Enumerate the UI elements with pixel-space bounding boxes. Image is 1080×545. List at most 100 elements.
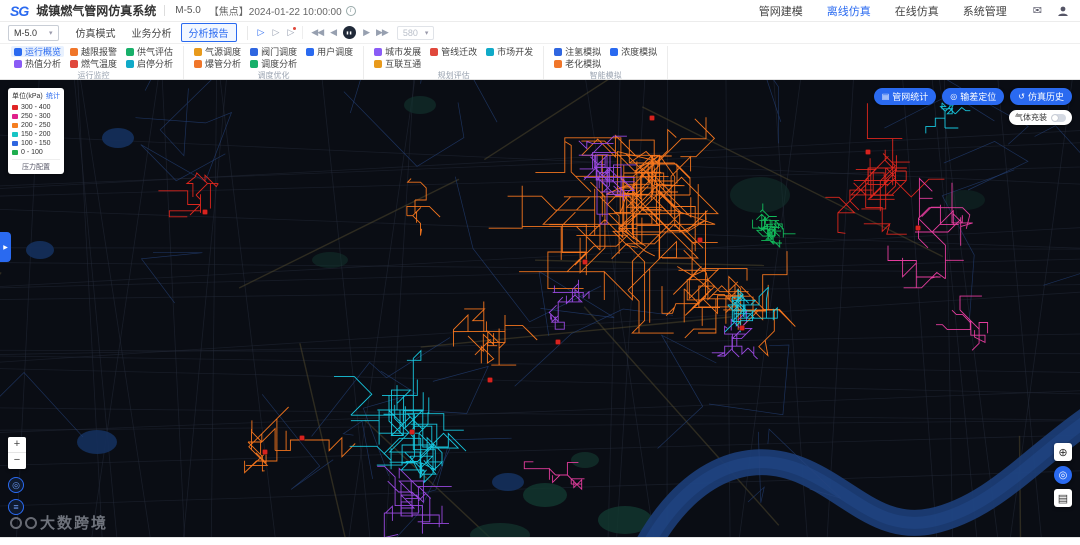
ribbon-btn[interactable]: 城市发展 <box>371 46 424 57</box>
ribbon-btn[interactable]: 用户调度 <box>303 46 356 57</box>
mode-tab[interactable]: 仿真模式 <box>69 24 123 41</box>
legend-item: 250 - 300 <box>12 112 60 121</box>
map-pill-仿真历史[interactable]: ↺ 仿真历史 <box>1010 88 1072 105</box>
ribbon-btn[interactable]: 老化模拟 <box>551 58 604 69</box>
ribbon-btn[interactable]: 市场开发 <box>483 46 536 57</box>
ribbon-btn[interactable]: 供气评估 <box>123 46 176 57</box>
legend-item: 200 - 250 <box>12 121 60 130</box>
layers-button[interactable]: ▤ <box>1054 489 1072 507</box>
legend-swatch <box>12 150 18 155</box>
ribbon-btn[interactable]: 调度分析 <box>247 58 300 69</box>
pause-button[interactable]: ▮▮ <box>343 26 357 39</box>
playback-controls: ▷ ▷ ▷ ◀◀ ◀ ▮▮ ▶ ▶▶ 580 ▾ <box>246 25 435 40</box>
ribbon-btn-label: 浓度模拟 <box>621 47 658 57</box>
nav-item-离线仿真[interactable]: 离线仿真 <box>815 3 883 19</box>
nav-item-管网建模[interactable]: 管网建模 <box>747 3 815 19</box>
ribbon-group-rows: 运行概览 越限报警 供气评估 热值分析 燃气温度 启停分析 <box>11 46 176 69</box>
ribbon-btn[interactable]: 运行概览 <box>11 46 65 57</box>
ribbon-btn[interactable]: 注氢模拟 <box>551 46 604 57</box>
legend-swatch <box>12 123 18 128</box>
nav-item-在线仿真[interactable]: 在线仿真 <box>883 3 951 19</box>
ribbon-btn-label: 用户调度 <box>317 47 354 57</box>
ribbon-btn[interactable]: 启停分析 <box>123 58 176 69</box>
ribbon-btn-icon <box>126 59 135 68</box>
legend-header: 单位(kPa) 统计 <box>12 91 60 101</box>
map-top-buttons: ▤ 管网统计 ◎ 输差定位 ↺ 仿真历史 <box>873 88 1072 105</box>
ribbon-btn-icon <box>194 47 203 56</box>
map-container: 单位(kPa) 统计 300 - 400 250 - 300 200 - 250 15… <box>0 80 1080 537</box>
pill-icon: ▤ <box>881 92 890 101</box>
ribbon-btn[interactable]: 管线迁改 <box>427 46 480 57</box>
app-title: 城镇燃气管网仿真系统 <box>36 4 157 18</box>
model-version: M-5.0 <box>164 5 201 16</box>
info-icon[interactable]: i <box>345 5 356 16</box>
pill-icon: ↺ <box>1018 92 1025 101</box>
play-button[interactable]: ▷ <box>258 27 265 38</box>
gas-toggle[interactable]: 气体充装 <box>1009 110 1072 125</box>
legend-range: 200 - 250 <box>21 122 51 129</box>
toggle-knob <box>1052 114 1058 121</box>
ribbon-btn[interactable]: 互联互通 <box>371 58 424 69</box>
ribbon-btn-icon <box>486 47 495 56</box>
crosshair-button[interactable]: ⊕ <box>1054 443 1072 461</box>
map-pill-输差定位[interactable]: ◎ 输差定位 <box>942 88 1005 105</box>
skip-end-button[interactable]: ▶▶ <box>376 27 389 38</box>
model-select-value: M-5.0 <box>14 27 38 38</box>
bottom-bar <box>0 537 1080 545</box>
legend-footer[interactable]: 压力配置 <box>12 159 60 172</box>
legend-swatch <box>12 132 18 137</box>
mail-icon[interactable]: ✉ <box>1027 4 1048 17</box>
zoom-out-button[interactable]: − <box>8 453 26 469</box>
pill-label: 仿真历史 <box>1027 92 1064 102</box>
ribbon-row: 城市发展 管线迁改 市场开发 <box>371 46 536 57</box>
ribbon-btn[interactable]: 热值分析 <box>11 58 64 69</box>
ribbon-btn[interactable]: 越限报警 <box>67 46 120 57</box>
legend-stat-link[interactable]: 统计 <box>46 91 60 101</box>
ribbon-row: 互联互通 <box>371 58 536 69</box>
ribbon-row: 运行概览 越限报警 供气评估 <box>11 46 176 57</box>
basemap-button[interactable]: ◎ <box>1054 466 1072 484</box>
record-button[interactable]: ▷ <box>287 27 297 38</box>
list-button[interactable]: ≡ <box>8 499 24 515</box>
ribbon-row: 老化模拟 <box>551 58 660 69</box>
next-frame-button[interactable]: ▶ <box>363 27 370 38</box>
ribbon-btn[interactable]: 气源调度 <box>191 46 244 57</box>
ribbon-btn-label: 管线迁改 <box>441 47 478 57</box>
speed-select[interactable]: 580 ▾ <box>396 25 435 40</box>
legend-item: 0 - 100 <box>12 148 60 157</box>
ribbon-btn[interactable]: 浓度模拟 <box>607 46 660 57</box>
ribbon-btn-icon <box>194 59 203 68</box>
chevron-right-icon: ▶ <box>3 244 8 251</box>
frame-controls: ◀◀ ◀ ▮▮ ▶ ▶▶ <box>302 26 389 39</box>
ribbon-btn-icon <box>610 47 619 56</box>
map-canvas[interactable] <box>0 80 1080 537</box>
ribbon-btn-icon <box>70 59 79 68</box>
mode-tab[interactable]: 业务分析 <box>125 24 179 41</box>
prev-frame-button[interactable]: ◀ <box>330 27 337 38</box>
mode-tabs: 仿真模式 业务分析 分析报告 <box>69 23 237 42</box>
legend-range: 250 - 300 <box>21 113 51 120</box>
skip-start-button[interactable]: ◀◀ <box>311 27 324 38</box>
ribbon-btn-icon <box>70 47 79 56</box>
panel-expand-handle[interactable]: ▶ <box>0 232 11 262</box>
ribbon-btn-icon <box>250 47 259 56</box>
gas-toggle-label: 气体充装 <box>1015 113 1047 122</box>
locate-button[interactable]: ◎ <box>8 477 24 493</box>
ribbon-group-rows: 气源调度 阀门调度 用户调度爆管分析 调度分析 <box>191 46 356 69</box>
ribbon-btn-icon <box>306 47 315 56</box>
step-play-button[interactable]: ▷ <box>272 27 279 38</box>
chevron-down-icon: ▾ <box>49 29 53 37</box>
map-pill-管网统计[interactable]: ▤ 管网统计 <box>873 88 937 105</box>
mode-tab[interactable]: 分析报告 <box>180 23 237 42</box>
ribbon-btn[interactable]: 燃气温度 <box>67 58 120 69</box>
legend-range: 300 - 400 <box>21 104 51 111</box>
model-select[interactable]: M-5.0 ▾ <box>8 24 59 41</box>
ribbon-btn[interactable]: 爆管分析 <box>191 58 244 69</box>
map-right-tools: ⊕ ◎ ▤ <box>1054 443 1072 507</box>
ribbon-btn[interactable]: 阀门调度 <box>247 46 300 57</box>
user-icon[interactable] <box>1056 4 1070 18</box>
ribbon-btn-icon <box>554 59 563 68</box>
zoom-in-button[interactable]: + <box>8 437 26 453</box>
nav-item-系统管理[interactable]: 系统管理 <box>951 3 1019 19</box>
toggle-switch[interactable] <box>1051 113 1066 122</box>
